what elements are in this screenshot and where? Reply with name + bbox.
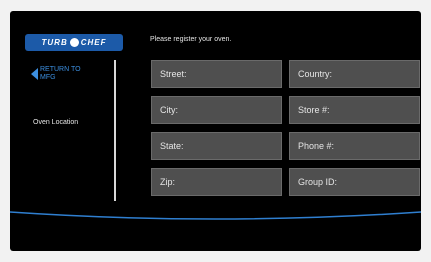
store-number-field[interactable]: Store #: [289,96,420,124]
register-prompt: Please register your oven. [150,36,232,43]
street-field[interactable]: Street: [151,60,282,88]
vertical-divider [114,60,116,201]
return-to-mfg-button[interactable]: RETURN TO MFG [31,66,90,82]
return-label-line2: MFG [40,74,56,81]
phone-number-field[interactable]: Phone #: [289,132,420,160]
zip-field[interactable]: Zip: [151,168,282,196]
logo-text-right: CHEF [80,38,107,47]
decorative-wave-line [10,211,421,220]
oven-location-label: Oven Location [33,119,79,126]
back-arrow-icon [31,68,38,80]
city-field[interactable]: City: [151,96,282,124]
return-label: RETURN TO MFG [40,66,90,82]
country-field[interactable]: Country: [289,60,420,88]
logo-text-left: TURB [41,38,68,47]
logo-o-icon [69,38,79,47]
state-field[interactable]: State: [151,132,282,160]
group-id-field[interactable]: Group ID: [289,168,420,196]
turbochef-logo: TURB CHEF [25,34,123,51]
return-label-line1: RETURN TO [40,66,81,73]
oven-display-screen: TURB CHEF RETURN TO MFG Oven Location Ple… [10,11,421,251]
